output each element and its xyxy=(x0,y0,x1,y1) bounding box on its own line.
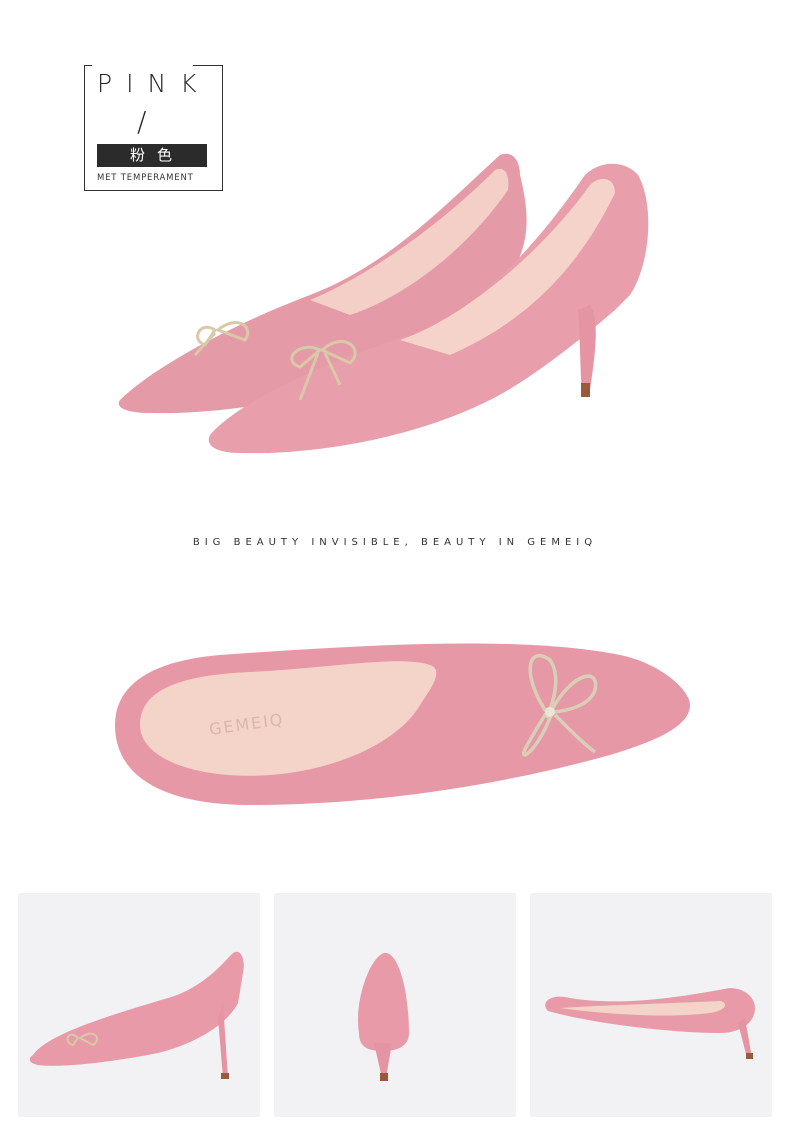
shoe-side-view-thumbnail xyxy=(18,893,260,1117)
color-label-word: PINK xyxy=(97,69,211,98)
brand-tagline: BIG BEAUTY INVISIBLE, BEAUTY IN GEMEIQ xyxy=(192,537,598,548)
shoe-top-view-image: GEMEIQ xyxy=(100,630,700,820)
shoe-pair-image xyxy=(110,145,670,465)
shoe-back-view-thumbnail xyxy=(274,893,516,1117)
color-label-slash: / xyxy=(137,105,147,138)
shoe-sole-view-thumbnail xyxy=(530,893,772,1117)
